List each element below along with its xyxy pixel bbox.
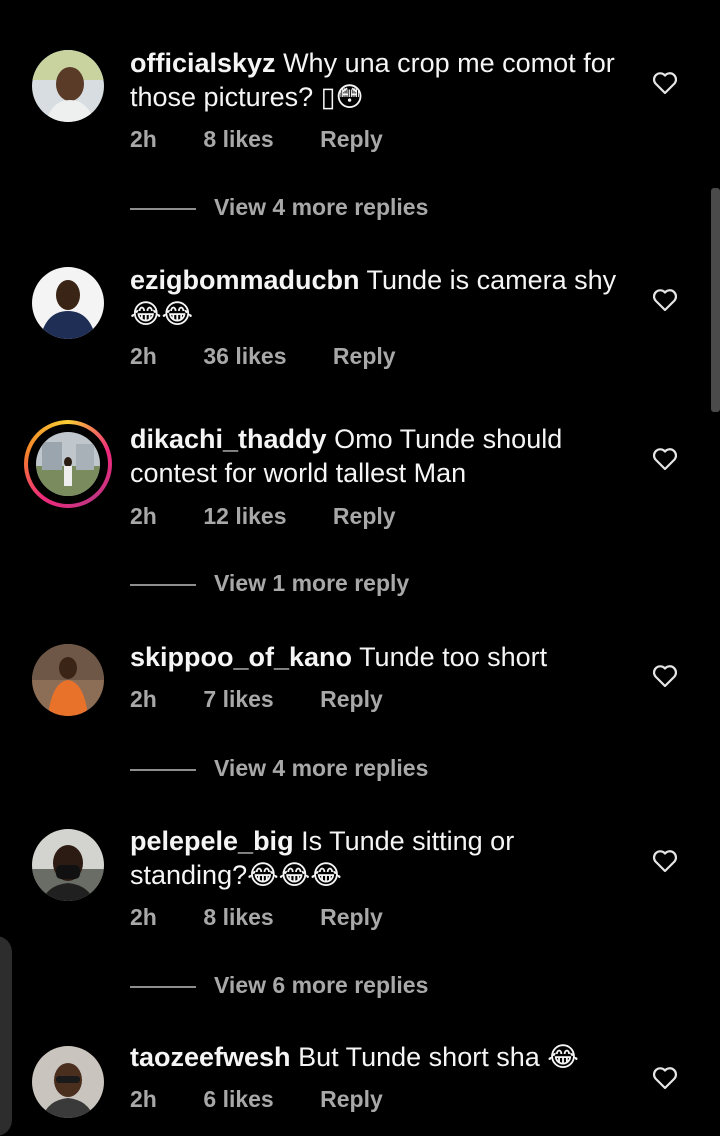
comment-likes[interactable]: 12 likes xyxy=(203,503,286,530)
view-more-replies-button[interactable]: View 6 more replies xyxy=(130,972,530,1002)
comment-likes[interactable]: 36 likes xyxy=(203,343,286,370)
comment-time: 2h xyxy=(130,1086,157,1112)
comment-body: But Tunde short sha 😂 xyxy=(298,1042,579,1072)
comment-text-block: officialskyz Why una crop me comot for t… xyxy=(130,46,630,114)
view-more-label[interactable]: View 1 more reply xyxy=(214,570,409,597)
comment-time: 2h xyxy=(130,126,157,152)
heart-outline-icon[interactable] xyxy=(652,849,678,873)
view-more-label[interactable]: View 4 more replies xyxy=(214,755,428,782)
comment-text-block: dikachi_thaddy Omo Tunde should contest … xyxy=(130,422,630,490)
comment-meta: 2h 6 likes Reply xyxy=(130,1086,383,1113)
avatar[interactable] xyxy=(32,829,104,901)
view-more-divider xyxy=(130,584,196,586)
comment-username[interactable]: ezigbommaducbn xyxy=(130,265,360,295)
view-more-divider xyxy=(130,769,196,771)
view-more-label[interactable]: View 4 more replies xyxy=(214,194,428,221)
avatar[interactable] xyxy=(32,644,104,716)
comment-meta: 2h 8 likes Reply xyxy=(130,904,383,931)
view-more-replies-button[interactable]: View 4 more replies xyxy=(130,755,530,785)
heart-outline-icon[interactable] xyxy=(652,288,678,312)
comment-likes[interactable]: 8 likes xyxy=(203,126,273,153)
scrollbar-thumb[interactable] xyxy=(711,188,720,412)
reply-button[interactable]: Reply xyxy=(320,686,383,713)
reply-button[interactable]: Reply xyxy=(320,126,383,153)
comment-meta: 2h 7 likes Reply xyxy=(130,686,383,713)
avatar[interactable] xyxy=(32,1046,104,1118)
comment-time: 2h xyxy=(130,343,157,369)
heart-outline-icon[interactable] xyxy=(652,1066,678,1090)
comment-text-block: skippoo_of_kano Tunde too short xyxy=(130,640,630,674)
comment-username[interactable]: pelepele_big xyxy=(130,826,294,856)
comment-time: 2h xyxy=(130,503,157,529)
comment-text-block: pelepele_big Is Tunde sitting or standin… xyxy=(130,824,630,892)
view-more-divider xyxy=(130,208,196,210)
comment-meta: 2h 12 likes Reply xyxy=(130,503,396,530)
comment-likes[interactable]: 6 likes xyxy=(203,1086,273,1113)
heart-outline-icon[interactable] xyxy=(652,71,678,95)
comment-likes[interactable]: 8 likes xyxy=(203,904,273,931)
comment-username[interactable]: taozeefwesh xyxy=(130,1042,291,1072)
avatar[interactable] xyxy=(32,50,104,122)
comment-meta: 2h 8 likes Reply xyxy=(130,126,383,153)
comment-username[interactable]: officialskyz xyxy=(130,48,276,78)
edge-panel-handle[interactable] xyxy=(0,936,12,1136)
reply-button[interactable]: Reply xyxy=(333,503,396,530)
comment-username[interactable]: dikachi_thaddy xyxy=(130,424,327,454)
reply-button[interactable]: Reply xyxy=(320,904,383,931)
previous-view-more-fragment xyxy=(360,0,420,4)
comment-meta: 2h 36 likes Reply xyxy=(130,343,396,370)
heart-outline-icon[interactable] xyxy=(652,664,678,688)
comment-body: Tunde too short xyxy=(359,642,548,672)
view-more-replies-button[interactable]: View 4 more replies xyxy=(130,194,530,224)
reply-button[interactable]: Reply xyxy=(320,1086,383,1113)
reply-button[interactable]: Reply xyxy=(333,343,396,370)
view-more-label[interactable]: View 6 more replies xyxy=(214,972,428,999)
comment-time: 2h xyxy=(130,904,157,930)
heart-outline-icon[interactable] xyxy=(652,447,678,471)
comment-username[interactable]: skippoo_of_kano xyxy=(130,642,352,672)
view-more-divider xyxy=(130,986,196,988)
view-more-replies-button[interactable]: View 1 more reply xyxy=(130,570,530,600)
comment-likes[interactable]: 7 likes xyxy=(203,686,273,713)
comment-time: 2h xyxy=(130,686,157,712)
comment-text-block: taozeefwesh But Tunde short sha 😂 xyxy=(130,1040,630,1074)
avatar-with-story-ring[interactable] xyxy=(24,420,112,508)
comment-text-block: ezigbommaducbn Tunde is camera shy 😂😂 xyxy=(130,263,630,331)
avatar[interactable] xyxy=(32,267,104,339)
